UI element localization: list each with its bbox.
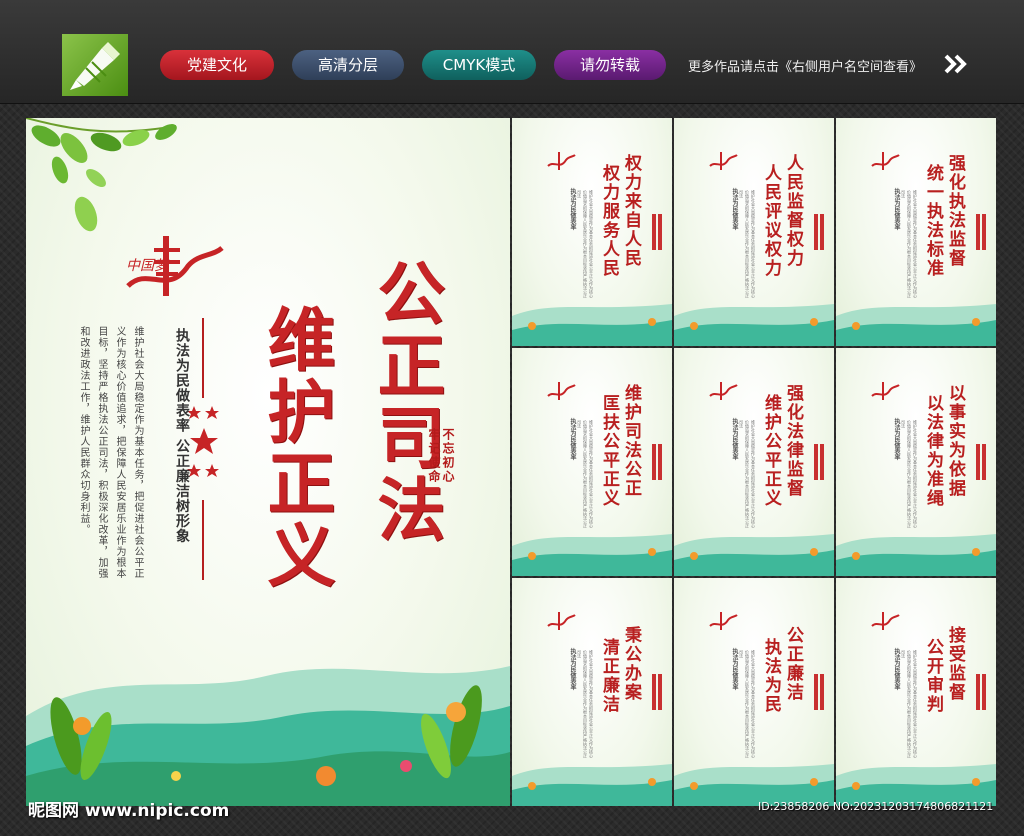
poster-card-5: 强化法律监督 维护公平正义 执法为民做表率 维护社会大局稳定作为基本任务把促进社… (674, 348, 834, 576)
poster-title-line-1: 公正廉洁 (783, 626, 803, 702)
seal-mark (982, 674, 986, 710)
china-dream-logo-icon (709, 382, 738, 400)
seal-mark (982, 444, 986, 480)
china-dream-logo-icon (709, 152, 738, 170)
poster-body-text: 维护社会大局稳定作为基本任务把促进社会公平正义作为核心价值追求把保障人民安居乐业… (739, 190, 756, 298)
seal-mark (820, 214, 824, 250)
seal-mark (976, 444, 980, 480)
tag-no-repost[interactable]: 请勿转载 (554, 50, 666, 80)
seal-mark (820, 444, 824, 480)
poster-body-text: 维护社会大局稳定作为基本任务把促进社会公平正义作为核心价值追求把保障人民安居乐业… (577, 420, 594, 528)
main-title-uphold: 维护正义 (255, 304, 335, 592)
poster-title-line-2: 人民评议权力 (761, 164, 781, 278)
poster-card-9: 接受监督 公开审判 执法为民做表率 维护社会大局稳定作为基本任务把促进社会公平正… (836, 578, 996, 806)
seal-mark (814, 214, 818, 250)
poster-title-line-2: 统一执法标准 (923, 164, 943, 278)
tag-cmyk[interactable]: CMYK模式 (422, 50, 536, 80)
seal-mark (976, 214, 980, 250)
landscape-icon (836, 534, 996, 576)
poster-title-line-1: 接受监督 (945, 626, 965, 702)
poster-card-4: 维护司法公正 匡扶公平正义 执法为民做表率 维护社会大局稳定作为基本任务把促进社… (512, 348, 672, 576)
poster-title-line-1: 以事实为依据 (945, 384, 965, 498)
poster-body-text: 维护社会大局稳定作为基本任务把促进社会公平正义作为核心价值追求把保障人民安居乐业… (901, 650, 918, 758)
poster-title-line-2: 权力服务人民 (599, 164, 619, 278)
site-logo[interactable] (62, 34, 128, 96)
poster-title-line-1: 强化执法监督 (945, 154, 965, 268)
double-arrow-icon[interactable] (944, 54, 970, 74)
seal-mark (976, 674, 980, 710)
landscape-icon (674, 304, 834, 346)
landscape-icon (512, 764, 672, 806)
more-works-link[interactable]: 更多作品请点击《右侧用户名空间查看》 (688, 56, 922, 75)
china-dream-logo-icon: 中国梦 (126, 236, 224, 296)
poster-title-line-1: 人民监督权力 (783, 154, 803, 268)
poster-title-line-1: 强化法律监督 (783, 384, 803, 498)
china-dream-logo-icon (871, 612, 900, 630)
landscape-icon (512, 534, 672, 576)
poster-card-8: 公正廉洁 执法为民 执法为民做表率 维护社会大局稳定作为基本任务把促进社会公平正… (674, 578, 834, 806)
poster-title-line-2: 执法为民 (761, 638, 781, 714)
china-dream-logo-icon (871, 152, 900, 170)
poster-title-line-1: 维护司法公正 (621, 384, 641, 498)
poster-title-line-1: 秉公办案 (621, 626, 641, 702)
watermark-id: ID:23858206 NO:20231203174806821121 (758, 800, 994, 813)
poster-card-2: 人民监督权力 人民评议权力 执法为民做表率 维护社会大局稳定作为基本任务把促进社… (674, 118, 834, 346)
poster-card-3: 强化执法监督 统一执法标准 执法为民做表率 维护社会大局稳定作为基本任务把促进社… (836, 118, 996, 346)
poster-body-text: 维护社会大局稳定作为基本任务把促进社会公平正义作为核心价值追求把保障人民安居乐业… (901, 420, 918, 528)
divider-line-bottom (202, 500, 204, 580)
poster-title-line-1: 权力来自人民 (621, 154, 641, 268)
china-dream-logo-icon (547, 382, 576, 400)
poster-body-text: 维护社会大局稳定作为基本任务把促进社会公平正义作为核心价值追求把保障人民安居乐业… (577, 190, 594, 298)
poster-body-text: 维护社会大局稳定作为基本任务把促进社会公平正义作为核心价值追求把保障人民安居乐业… (577, 650, 594, 758)
main-subtitle: 执法为民做表率 公正廉洁树形象 (174, 328, 190, 544)
china-dream-logo-icon (547, 612, 576, 630)
watermark-site: 昵图网 www.nipic.com (28, 801, 230, 821)
china-dream-logo-icon (547, 152, 576, 170)
pen-nib-icon (70, 42, 120, 90)
landscape-icon (836, 764, 996, 806)
top-toolbar: 党建文化 高清分层 CMYK模式 请勿转载 更多作品请点击《右侧用户名空间查看》 (0, 0, 1024, 104)
tag-hd-layers[interactable]: 高清分层 (292, 50, 404, 80)
seal-mark (652, 674, 656, 710)
landscape-icon (674, 534, 834, 576)
seal-mark (652, 214, 656, 250)
poster-title-line-2: 以法律为准绳 (923, 394, 943, 508)
poster-title-line-2: 维护公平正义 (761, 394, 781, 508)
main-body-text: 维护社会大局稳定作为基本任务，把促进社会公平正义作为核心价值追求，把保障人民安居… (78, 326, 143, 579)
main-title-justice: 公正司法 (365, 258, 445, 546)
poster-card-1: 权力来自人民 权力服务人民 执法为民做表率 维护社会大局稳定作为基本任务把促进社… (512, 118, 672, 346)
poster-title-line-2: 匡扶公平正义 (599, 394, 619, 508)
landscape-icon (836, 304, 996, 346)
poster-body-text: 维护社会大局稳定作为基本任务把促进社会公平正义作为核心价值追求把保障人民安居乐业… (739, 650, 756, 758)
china-dream-logo-icon (871, 382, 900, 400)
seal-mark (982, 214, 986, 250)
divider-line-top (202, 318, 204, 398)
seal-mark (814, 674, 818, 710)
poster-card-6: 以事实为依据 以法律为准绳 执法为民做表率 维护社会大局稳定作为基本任务把促进社… (836, 348, 996, 576)
china-dream-logo-icon (709, 612, 738, 630)
landscape-icon (674, 764, 834, 806)
seal-mark (652, 444, 656, 480)
seal-mark (658, 214, 662, 250)
seal-mark (658, 444, 662, 480)
poster-body-text: 维护社会大局稳定作为基本任务把促进社会公平正义作为核心价值追求把保障人民安居乐业… (739, 420, 756, 528)
seal-slogan-2: 牢记使命 (427, 428, 441, 484)
tag-party-culture[interactable]: 党建文化 (160, 50, 274, 80)
landscape-icon (512, 304, 672, 346)
seal-mark (820, 674, 824, 710)
main-poster: 中国梦 公正司法 维护正义 不忘初心 牢记使命 执法为民做表率 公正廉洁树形象 … (26, 118, 510, 806)
poster-card-7: 秉公办案 清正廉洁 执法为民做表率 维护社会大局稳定作为基本任务把促进社会公平正… (512, 578, 672, 806)
poster-body-text: 维护社会大局稳定作为基本任务把促进社会公平正义作为核心价值追求把保障人民安居乐业… (901, 190, 918, 298)
seal-mark (658, 674, 662, 710)
landscape-flowers-icon (26, 666, 510, 806)
poster-title-line-2: 公开审判 (923, 638, 943, 714)
poster-title-line-2: 清正廉洁 (599, 638, 619, 714)
logo-text: 中国梦 (126, 258, 170, 274)
seal-mark (814, 444, 818, 480)
